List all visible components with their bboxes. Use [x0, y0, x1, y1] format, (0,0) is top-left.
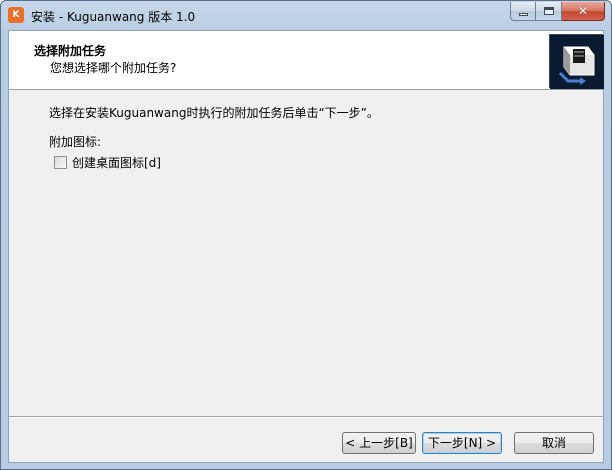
page-subtitle: 您想选择哪个附加任务?	[50, 61, 177, 75]
wizard-content: 选择在安装Kuguanwang时执行的附加任务后单击“下一步”。 附加图标: 创…	[9, 91, 603, 411]
close-button[interactable]: ✕	[562, 2, 605, 21]
desktop-icon-checkbox[interactable]	[54, 156, 67, 169]
additional-icons-label: 附加图标:	[49, 135, 102, 149]
minimize-icon	[518, 12, 528, 16]
maximize-button[interactable]	[536, 2, 562, 21]
back-button[interactable]: < 上一步[B]	[342, 432, 416, 454]
installer-box-icon	[549, 34, 604, 89]
installer-box-icon-graphic	[550, 35, 604, 89]
cancel-button[interactable]: 取消	[514, 432, 594, 454]
wizard-header: 选择附加任务 您想选择哪个附加任务?	[9, 31, 604, 90]
create-desktop-icon-option[interactable]: 创建桌面图标[d]	[54, 154, 161, 171]
close-icon: ✕	[577, 4, 589, 18]
installer-window: K 安装 - Kuguanwang 版本 1.0 ✕ 选择附加任务 您想选择哪个…	[0, 0, 612, 470]
window-controls: ✕	[510, 2, 605, 21]
button-separator	[9, 416, 603, 418]
window-title: 安装 - Kuguanwang 版本 1.0	[31, 10, 196, 24]
task-description: 选择在安装Kuguanwang时执行的附加任务后单击“下一步”。	[49, 106, 379, 120]
minimize-button[interactable]	[510, 2, 536, 21]
desktop-icon-checkbox-label[interactable]: 创建桌面图标[d]	[72, 154, 161, 171]
wizard-client-area: 选择附加任务 您想选择哪个附加任务? 选择在安装Kuguanwang时执行的附加…	[8, 30, 604, 463]
title-bar[interactable]: K 安装 - Kuguanwang 版本 1.0 ✕	[1, 1, 611, 31]
next-button[interactable]: 下一步[N] >	[422, 432, 502, 454]
maximize-icon	[543, 7, 554, 15]
page-title: 选择附加任务	[34, 44, 107, 58]
app-icon: K	[8, 7, 24, 23]
